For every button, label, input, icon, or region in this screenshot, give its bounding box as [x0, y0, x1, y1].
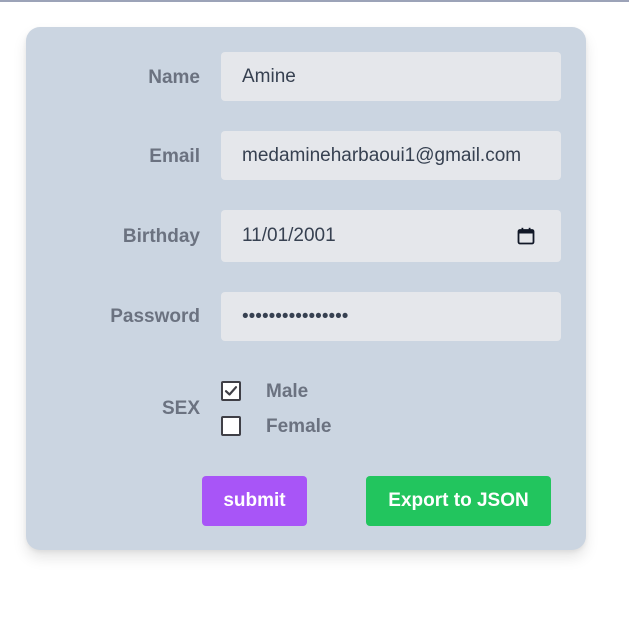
birthday-input[interactable]: 11/01/2001 [221, 210, 561, 262]
sex-label: SEX [161, 398, 200, 419]
male-checkbox[interactable] [221, 381, 241, 401]
male-label: Male [266, 381, 309, 402]
name-label: Name [148, 67, 200, 88]
submit-button[interactable]: submit [202, 476, 307, 526]
email-label: Email [149, 146, 200, 167]
female-checkbox[interactable] [221, 416, 241, 436]
checkmark-icon [224, 386, 238, 396]
password-input[interactable]: •••••••••••••••• [221, 292, 561, 341]
export-json-button[interactable]: Export to JSON [366, 476, 551, 526]
birthday-value: 11/01/2001 [242, 225, 336, 246]
top-border [0, 0, 629, 2]
form-card: Name Amine Email medamineharbaoui1@gmail… [26, 27, 586, 550]
birthday-label: Birthday [122, 226, 200, 247]
female-label: Female [266, 416, 332, 437]
name-input[interactable]: Amine [221, 52, 561, 101]
email-input[interactable]: medamineharbaoui1@gmail.com [221, 131, 561, 180]
password-label: Password [110, 306, 200, 327]
calendar-icon[interactable] [517, 227, 535, 245]
